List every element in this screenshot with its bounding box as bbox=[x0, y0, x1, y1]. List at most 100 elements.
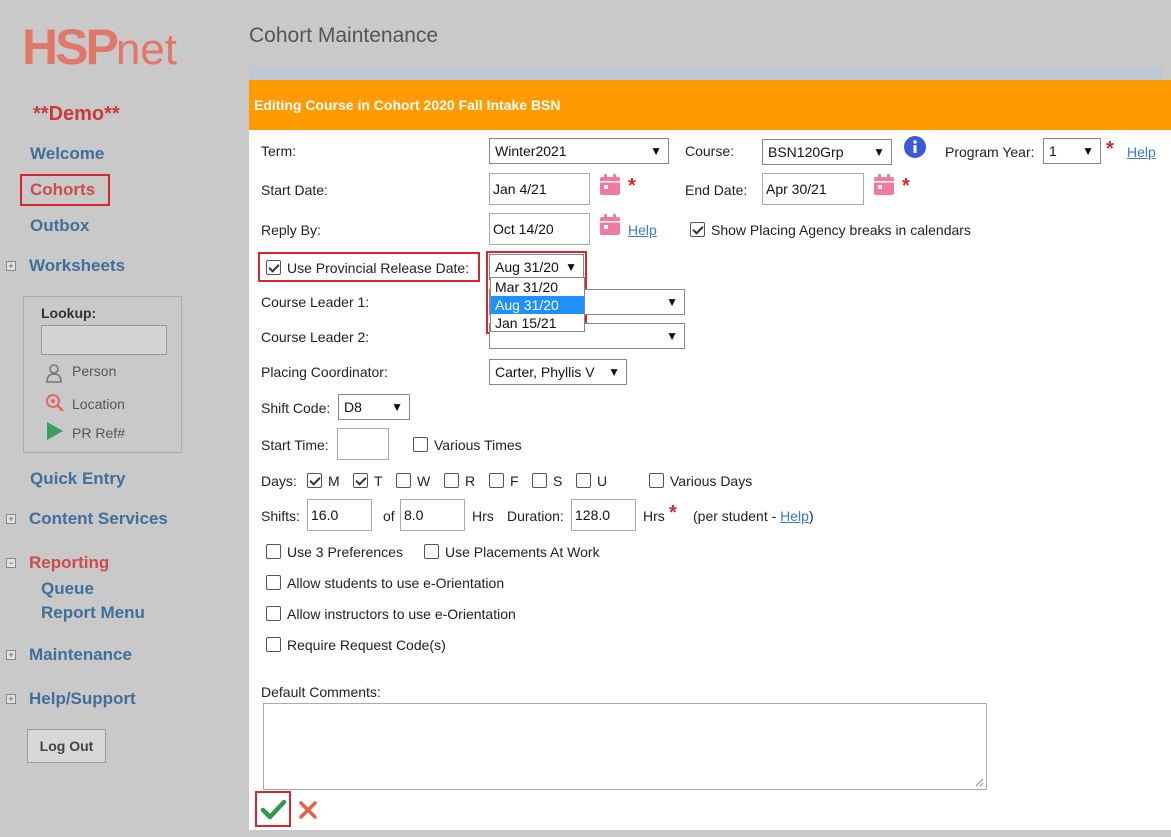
require-request-code-label: Require Request Code(s) bbox=[287, 637, 446, 653]
nav-report-menu[interactable]: Report Menu bbox=[41, 603, 145, 623]
day-r-checkbox[interactable] bbox=[444, 473, 459, 488]
expand-maintenance-icon[interactable]: + bbox=[6, 650, 16, 660]
program-year-select[interactable]: 1 ▼ bbox=[1043, 138, 1101, 164]
expand-content-services-icon[interactable]: + bbox=[6, 514, 16, 524]
checkmark-icon bbox=[260, 799, 287, 820]
program-year-value: 1 bbox=[1049, 143, 1057, 159]
per-student-help-link[interactable]: Help bbox=[780, 508, 809, 524]
start-time-input[interactable] bbox=[337, 428, 389, 460]
reply-by-label: Reply By: bbox=[261, 222, 321, 238]
day-m-checkbox[interactable] bbox=[307, 473, 322, 488]
end-date-input[interactable]: Apr 30/21 bbox=[762, 173, 864, 205]
per-student-close: ) bbox=[808, 508, 814, 524]
resize-handle-icon[interactable] bbox=[974, 777, 984, 787]
use-3-preferences-label: Use 3 Preferences bbox=[287, 544, 403, 560]
shifts-label: Shifts: bbox=[261, 508, 300, 524]
require-request-code-checkbox[interactable] bbox=[266, 637, 281, 652]
default-comments-textarea[interactable] bbox=[263, 703, 987, 790]
nav-reporting[interactable]: Reporting bbox=[29, 553, 109, 573]
info-icon[interactable] bbox=[904, 136, 926, 158]
lookup-person[interactable]: Person bbox=[72, 363, 116, 379]
chevron-down-icon: ▼ bbox=[666, 329, 678, 343]
location-search-icon bbox=[46, 394, 64, 412]
hspnet-logo[interactable]: HSPnet bbox=[22, 22, 177, 72]
term-value: Winter2021 bbox=[495, 143, 567, 159]
collapse-reporting-icon[interactable]: − bbox=[6, 558, 16, 568]
cancel-x-icon[interactable] bbox=[296, 798, 320, 822]
release-option[interactable]: Jan 15/21 bbox=[491, 314, 584, 332]
lookup-input[interactable] bbox=[41, 325, 167, 355]
nav-worksheets[interactable]: Worksheets bbox=[29, 256, 125, 276]
demo-label: **Demo** bbox=[33, 103, 120, 125]
shift-code-select[interactable]: D8 ▼ bbox=[338, 394, 410, 420]
logo-text-hsp: HSP bbox=[22, 19, 119, 75]
program-year-help-link[interactable]: Help bbox=[1127, 144, 1156, 160]
end-date-label: End Date: bbox=[685, 182, 748, 198]
per-student-note: (per student - Help) bbox=[693, 508, 814, 524]
release-option-selected[interactable]: Aug 31/20 bbox=[491, 296, 584, 314]
highlight-cohorts bbox=[20, 174, 110, 206]
day-w-checkbox[interactable] bbox=[396, 473, 411, 488]
day-f-checkbox[interactable] bbox=[489, 473, 504, 488]
lookup-location[interactable]: Location bbox=[72, 396, 125, 412]
form-header: Editing Course in Cohort 2020 Fall Intak… bbox=[249, 80, 1171, 130]
shift-code-value: D8 bbox=[344, 399, 362, 415]
play-icon bbox=[47, 422, 63, 440]
shifts-input[interactable]: 16.0 bbox=[307, 499, 372, 531]
day-u-checkbox[interactable] bbox=[576, 473, 591, 488]
logout-button[interactable]: Log Out bbox=[27, 729, 106, 763]
days-label: Days: bbox=[261, 473, 297, 489]
calendar-icon[interactable] bbox=[599, 174, 621, 196]
start-date-input[interactable]: Jan 4/21 bbox=[489, 173, 590, 205]
use-release-date-checkbox[interactable] bbox=[266, 260, 281, 275]
nav-quick-entry[interactable]: Quick Entry bbox=[30, 469, 125, 489]
chevron-down-icon: ▼ bbox=[650, 144, 662, 158]
duration-input[interactable]: 128.0 bbox=[571, 499, 636, 531]
allow-students-eorientation-label: Allow students to use e-Orientation bbox=[287, 575, 505, 591]
allow-instructors-eorientation-checkbox[interactable] bbox=[266, 606, 281, 621]
nav-outbox[interactable]: Outbox bbox=[30, 216, 90, 236]
chevron-down-icon: ▼ bbox=[873, 145, 885, 159]
save-button[interactable] bbox=[255, 791, 291, 827]
hours-per-shift-input[interactable]: 8.0 bbox=[400, 499, 465, 531]
program-year-label: Program Year: bbox=[945, 144, 1035, 160]
day-s-checkbox[interactable] bbox=[532, 473, 547, 488]
hrs-label: Hrs bbox=[472, 508, 494, 524]
course-select[interactable]: BSN120Grp ▼ bbox=[762, 139, 892, 165]
day-t-checkbox[interactable] bbox=[353, 473, 368, 488]
use-placements-at-work-checkbox[interactable] bbox=[424, 544, 439, 559]
nav-content-services[interactable]: Content Services bbox=[29, 509, 168, 529]
use-release-date-label: Use Provincial Release Date: bbox=[287, 260, 470, 276]
chevron-down-icon: ▼ bbox=[666, 295, 678, 309]
page-title: Cohort Maintenance bbox=[249, 24, 439, 47]
required-star: * bbox=[902, 175, 910, 197]
release-option[interactable]: Mar 31/20 bbox=[491, 278, 584, 296]
nav-help-support[interactable]: Help/Support bbox=[29, 689, 136, 709]
use-3-preferences-checkbox[interactable] bbox=[266, 544, 281, 559]
reply-by-input[interactable]: Oct 14/20 bbox=[489, 213, 590, 245]
show-breaks-checkbox[interactable] bbox=[690, 222, 705, 237]
calendar-icon[interactable] bbox=[599, 214, 621, 236]
required-star: * bbox=[1106, 138, 1114, 160]
course-value: BSN120Grp bbox=[768, 144, 844, 160]
calendar-icon[interactable] bbox=[873, 174, 895, 196]
placing-coordinator-value: Carter, Phyllis V bbox=[495, 364, 595, 380]
various-days-checkbox[interactable] bbox=[649, 473, 664, 488]
course-leader-1-label: Course Leader 1: bbox=[261, 294, 370, 310]
nav-welcome[interactable]: Welcome bbox=[30, 144, 104, 164]
nav-queue[interactable]: Queue bbox=[41, 579, 94, 599]
various-times-checkbox[interactable] bbox=[413, 437, 428, 452]
placing-coordinator-select[interactable]: Carter, Phyllis V ▼ bbox=[489, 359, 627, 385]
reply-by-help-link[interactable]: Help bbox=[628, 222, 657, 238]
lookup-label: Lookup: bbox=[41, 305, 97, 321]
default-comments-label: Default Comments: bbox=[261, 684, 381, 700]
lookup-prref[interactable]: PR Ref# bbox=[72, 425, 125, 441]
allow-students-eorientation-checkbox[interactable] bbox=[266, 575, 281, 590]
day-w-label: W bbox=[417, 473, 431, 489]
expand-worksheets-icon[interactable]: + bbox=[6, 261, 16, 271]
term-select[interactable]: Winter2021 ▼ bbox=[489, 138, 669, 164]
expand-help-support-icon[interactable]: + bbox=[6, 694, 16, 704]
lookup-panel: Lookup: Person Location PR Ref# bbox=[23, 296, 182, 453]
nav-maintenance[interactable]: Maintenance bbox=[29, 645, 132, 665]
placing-coordinator-label: Placing Coordinator: bbox=[261, 364, 388, 380]
